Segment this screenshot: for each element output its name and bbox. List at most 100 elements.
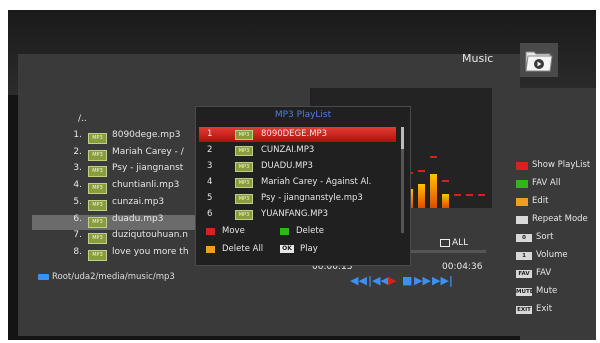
sidebar-item-label: Sort xyxy=(536,232,554,242)
spectrum-peak xyxy=(442,179,449,182)
list-item[interactable]: 4. MP3 chuntianli.mp3 xyxy=(18,180,188,196)
playlist-item-number: 2 xyxy=(207,145,213,155)
mp3-file-icon: MP3 xyxy=(88,249,107,261)
next-icon[interactable]: ▶▶ xyxy=(414,274,431,287)
list-item-number: 2. xyxy=(73,146,82,157)
spectrum-peak xyxy=(478,194,485,196)
spectrum-peak xyxy=(430,155,437,158)
prev-icon[interactable]: |◀◀ xyxy=(368,274,389,287)
sidebar-item-label: Volume xyxy=(536,250,568,260)
tv-frame: Music /.. 1. MP3 8090dege.mp3 2. MP3 Mariah C… xyxy=(8,10,596,340)
playlist-item-filename: 8090DEGE.MP3 xyxy=(261,129,328,139)
list-item-number: 4. xyxy=(73,180,82,191)
list-item[interactable]: 5. MP3 cunzai.mp3 xyxy=(18,197,188,213)
delete-all-key-label[interactable]: Delete All xyxy=(222,244,263,254)
playlist-item-number: 4 xyxy=(207,177,213,187)
move-key-label[interactable]: Move xyxy=(222,226,245,236)
list-item[interactable]: 6. MP3 duadu.mp3 xyxy=(18,214,188,230)
playback-controls: ◀◀ |◀◀ ▶ ■ ▶▶ ▶▶| xyxy=(350,274,460,287)
list-item-number: 1. xyxy=(73,130,82,140)
list-item-filename: Mariah Carey - / xyxy=(112,146,184,157)
repeat-mode-indicator: ALL xyxy=(440,238,468,248)
sidebar-item-label: FAV All xyxy=(532,178,561,188)
yellow-key-icon xyxy=(206,246,215,253)
playlist-scroll-thumb[interactable] xyxy=(401,127,404,149)
mp3-file-icon: MP3 xyxy=(235,162,253,172)
playlist-item-filename: CUNZAI.MP3 xyxy=(261,145,315,155)
sidebar-item-label: FAV xyxy=(536,268,552,278)
playlist-item[interactable]: 2 MP3 CUNZAI.MP3 xyxy=(199,143,396,158)
list-item-filename: chuntianli.mp3 xyxy=(112,180,180,191)
color-key-icon xyxy=(516,180,528,188)
red-key-icon xyxy=(206,228,215,235)
music-folder-icon xyxy=(520,43,558,77)
mp3-file-icon: MP3 xyxy=(235,146,253,156)
fast-forward-icon[interactable]: ▶▶| xyxy=(432,274,453,287)
repeat-mode-label: ALL xyxy=(452,238,469,248)
list-item-number: 3. xyxy=(73,163,82,174)
list-item-filename: cunzai.mp3 xyxy=(112,196,165,207)
current-path: Root/uda2/media/music/mp3 xyxy=(52,272,175,282)
rewind-icon[interactable]: ◀◀ xyxy=(350,274,367,287)
mp3-file-icon: MP3 xyxy=(88,149,107,161)
list-item[interactable]: 1. MP3 8090dege.mp3 xyxy=(18,130,188,146)
playlist-item[interactable]: 4 MP3 Mariah Carey - Against Al. xyxy=(199,175,396,190)
spectrum-bar xyxy=(430,174,437,208)
playlist-item[interactable]: 5 MP3 Psy - jiangnanstyle.mp3 xyxy=(199,191,396,206)
list-item-filename: 8090dege.mp3 xyxy=(112,130,181,140)
list-item-filename: duadu.mp3 xyxy=(112,213,164,224)
mp3-file-icon: MP3 xyxy=(88,233,107,245)
list-item[interactable]: 3. MP3 Psy - jiangnanst xyxy=(18,163,188,179)
playlist-item-filename: YUANFANG.MP3 xyxy=(261,209,329,219)
ok-key-icon: OK xyxy=(280,245,294,253)
remote-key-icon: FAV xyxy=(516,270,532,278)
mp3-file-icon: MP3 xyxy=(88,133,107,144)
screen: Music /.. 1. MP3 8090dege.mp3 2. MP3 Mariah C… xyxy=(0,0,600,343)
sidebar-item-label: Edit xyxy=(532,196,549,206)
remote-key-icon: 0 xyxy=(516,234,532,242)
playlist-item[interactable]: 1 MP3 8090DEGE.MP3 xyxy=(199,127,396,142)
list-item-filename: love you more th xyxy=(112,246,188,257)
playlist-popup[interactable]: MP3 PlayList 1 MP3 8090DEGE.MP3 2 MP3 CUNZAI.… xyxy=(195,106,411,266)
playlist-item-number: 6 xyxy=(207,209,213,219)
mp3-file-icon: MP3 xyxy=(235,194,253,204)
playlist-item-number: 3 xyxy=(207,161,213,171)
list-item[interactable]: 7. MP3 duziqutouhuan.n xyxy=(18,230,188,246)
list-item[interactable]: 8. MP3 love you more th xyxy=(18,247,188,263)
list-item[interactable]: 2. MP3 Mariah Carey - / xyxy=(18,147,188,163)
playlist-item[interactable]: 3 MP3 DUADU.MP3 xyxy=(199,159,396,174)
list-item-filename: duziqutouhuan.n xyxy=(112,230,188,241)
list-item-number: 8. xyxy=(73,246,82,257)
playlist-item-filename: DUADU.MP3 xyxy=(261,161,313,171)
spectrum-bar xyxy=(442,193,449,208)
mp3-file-icon: MP3 xyxy=(88,183,107,195)
list-item-filename: Psy - jiangnanst xyxy=(112,163,184,174)
remote-key-icon: 1 xyxy=(516,252,532,260)
mp3-file-icon: MP3 xyxy=(88,199,107,211)
spectrum-peak xyxy=(454,194,461,196)
page-title: Music xyxy=(462,52,494,65)
color-key-icon xyxy=(516,162,528,170)
stop-icon[interactable]: ■ xyxy=(402,274,412,287)
playlist-item-number: 5 xyxy=(207,193,213,203)
playlist-item[interactable]: 6 MP3 YUANFANG.MP3 xyxy=(199,207,396,222)
repeat-icon xyxy=(440,238,450,247)
playlist-title: MP3 PlayList xyxy=(274,110,332,120)
sidebar-item-label: Show PlayList xyxy=(532,160,591,170)
remote-key-icon: MUTE xyxy=(516,288,534,296)
play-icon[interactable]: ▶ xyxy=(388,274,396,287)
playlist-item-number: 1 xyxy=(207,129,213,139)
mp3-file-icon: MP3 xyxy=(88,216,107,228)
play-key-label[interactable]: Play xyxy=(300,244,318,254)
delete-key-label[interactable]: Delete xyxy=(296,226,324,236)
parent-folder-label: /.. xyxy=(78,114,87,124)
mp3-file-icon: MP3 xyxy=(235,130,253,140)
sidebar-item-label: Repeat Mode xyxy=(532,214,588,224)
sidebar-item-label: Mute xyxy=(536,286,558,296)
list-item-number: 6. xyxy=(73,213,82,224)
total-time: 00:04:36 xyxy=(442,262,483,272)
spectrum-peak xyxy=(418,170,425,172)
spectrum-peak xyxy=(466,194,473,196)
color-key-icon xyxy=(516,216,528,224)
playlist-item-filename: Psy - jiangnanstyle.mp3 xyxy=(261,193,363,203)
